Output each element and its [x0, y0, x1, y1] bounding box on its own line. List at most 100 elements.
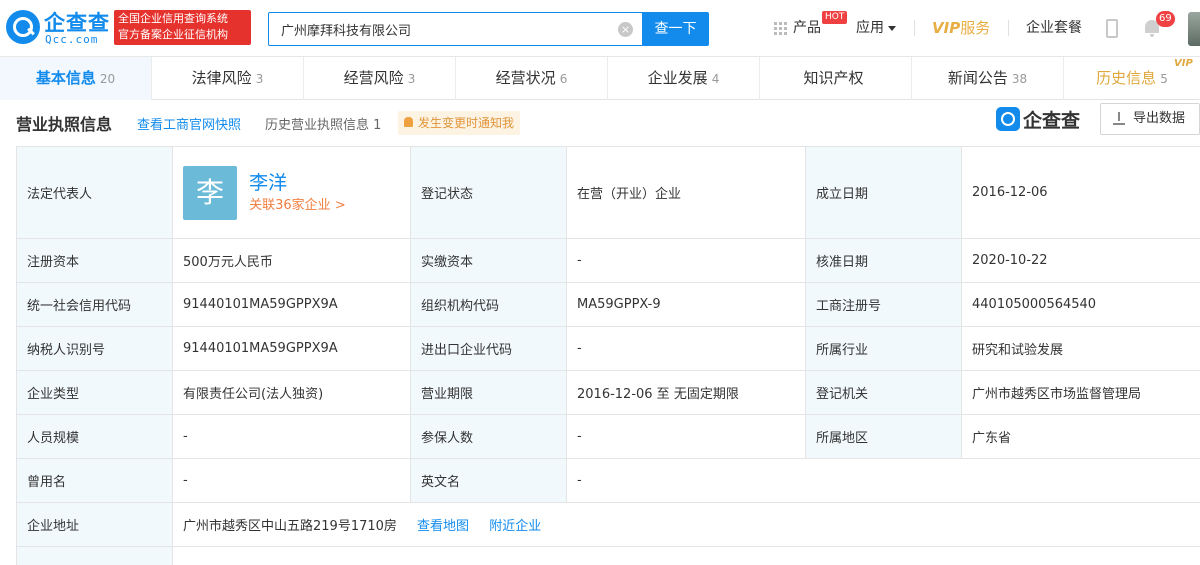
- field-value: 2020-10-22: [961, 238, 1200, 283]
- field-label: 注册资本: [16, 238, 173, 283]
- nearby-companies-link[interactable]: 附近企业: [489, 519, 541, 534]
- tab-count: 4: [711, 72, 720, 86]
- business-scope-cell: [172, 546, 1200, 565]
- field-value: -: [566, 326, 806, 371]
- tab-label: 历史信息: [1096, 69, 1157, 87]
- field-value: 广州市越秀区市场监督管理局: [961, 370, 1200, 415]
- notify-on-change-button[interactable]: 发生变更时通知我: [398, 111, 521, 135]
- vip-service-label: 服务: [960, 19, 991, 37]
- tab-count: 5: [1160, 72, 1168, 86]
- table-row: 统一社会信用代码 91440101MA59GPPX9A 组织机构代码 MA59G…: [16, 282, 1200, 327]
- field-value: MA59GPPX-9: [566, 282, 806, 327]
- nav-vip-service[interactable]: VIP服务: [932, 0, 990, 57]
- representative-name[interactable]: 李洋: [249, 170, 346, 196]
- tab-legal-risk[interactable]: 法律风险 3: [152, 57, 304, 100]
- field-value: 500万元人民币: [172, 238, 411, 283]
- field-label: 参保人数: [410, 414, 567, 459]
- search-box: ×: [268, 12, 642, 46]
- related-companies-link[interactable]: 关联36家企业 >: [249, 196, 346, 216]
- table-row: 曾用名 - 英文名 -: [16, 458, 1200, 503]
- mobile-phone-icon[interactable]: [1106, 19, 1118, 38]
- field-value: 2016-12-06 至 无固定期限: [566, 370, 806, 415]
- download-icon: [1113, 112, 1125, 126]
- table-row: 企业类型 有限责任公司(法人独资) 营业期限 2016-12-06 至 无固定期…: [16, 370, 1200, 415]
- tab-operational-risk[interactable]: 经营风险 3: [304, 57, 456, 100]
- tab-news[interactable]: 新闻公告 38: [912, 57, 1064, 100]
- tab-label: 经营状况: [495, 69, 556, 87]
- tab-count: 38: [1011, 72, 1028, 86]
- field-label: 登记机关: [805, 370, 962, 415]
- tab-count: 3: [407, 72, 416, 86]
- user-avatar[interactable]: [1188, 12, 1200, 46]
- tab-label: 知识产权: [803, 69, 864, 87]
- tab-count: 3: [255, 72, 264, 86]
- qcc-watermark-logo: 企查查: [996, 106, 1092, 134]
- divider: [914, 20, 915, 36]
- vip-label: VIP: [932, 19, 961, 37]
- chevron-down-icon: [888, 25, 896, 31]
- tab-business-status[interactable]: 经营状况 6: [456, 57, 608, 100]
- notify-label: 发生变更时通知我: [418, 116, 515, 130]
- table-row: 人员规模 - 参保人数 - 所属地区 广东省: [16, 414, 1200, 459]
- official-snapshot-link[interactable]: 查看工商官网快照: [137, 114, 241, 133]
- field-label: 营业期限: [410, 370, 567, 415]
- top-header: 企查查 Qcc.com 全国企业信用查询系统 官方备案企业征信机构 × 查一下 …: [0, 0, 1200, 57]
- clear-icon[interactable]: ×: [618, 22, 633, 37]
- field-label: 工商注册号: [805, 282, 962, 327]
- table-row: 企业地址 广州市越秀区中山五路219号1710房 查看地图 附近企业: [16, 502, 1200, 547]
- field-label: 所属行业: [805, 326, 962, 371]
- field-label: 曾用名: [16, 458, 173, 503]
- table-row: 法定代表人 李 李洋 关联36家企业 > 登记状态 在营（开业）企业 成立日期 …: [16, 146, 1200, 239]
- export-data-button[interactable]: 导出数据: [1100, 103, 1200, 135]
- field-label: 核准日期: [805, 238, 962, 283]
- qcc-logo[interactable]: 企查查 Qcc.com: [6, 8, 110, 48]
- field-value: 研究和试验发展: [961, 326, 1200, 371]
- legal-representative-cell: 李 李洋 关联36家企业 >: [172, 146, 411, 239]
- field-label: 进出口企业代码: [410, 326, 567, 371]
- nav-apps-label: 应用: [856, 20, 884, 36]
- notification-count-badge: 69: [1156, 11, 1175, 27]
- hot-badge: HOT: [822, 11, 848, 24]
- field-value: -: [566, 414, 806, 459]
- address-cell: 广州市越秀区中山五路219号1710房 查看地图 附近企业: [172, 502, 1200, 547]
- table-row: [16, 546, 1200, 565]
- tab-label: 新闻公告: [947, 69, 1008, 87]
- field-label: 英文名: [410, 458, 567, 503]
- field-label: 人员规模: [16, 414, 173, 459]
- field-value: -: [172, 414, 411, 459]
- representative-avatar[interactable]: 李: [183, 165, 237, 220]
- tab-count: 6: [559, 72, 568, 86]
- tab-intellectual-property[interactable]: 知识产权: [760, 57, 912, 100]
- nav-packages[interactable]: 企业套餐: [1026, 0, 1082, 57]
- nav-products[interactable]: 产品: [793, 0, 821, 57]
- field-value: 有限责任公司(法人独资): [172, 370, 411, 415]
- history-license-link[interactable]: 历史营业执照信息 1: [265, 114, 381, 133]
- field-value: 91440101MA59GPPX9A: [172, 282, 411, 327]
- grid-dots-icon: [774, 22, 788, 36]
- nav-apps[interactable]: 应用: [856, 0, 896, 57]
- gov-certification-badge: 全国企业信用查询系统 官方备案企业征信机构: [114, 10, 251, 45]
- address-value: 广州市越秀区中山五路219号1710房: [183, 519, 397, 534]
- field-label: 法定代表人: [16, 146, 173, 239]
- tab-label: 法律风险: [191, 69, 252, 87]
- field-label: 登记状态: [410, 146, 567, 239]
- view-map-link[interactable]: 查看地图: [417, 519, 469, 534]
- field-value: 440105000564540: [961, 282, 1200, 327]
- qcc-logo-text: 企查查: [1023, 110, 1081, 132]
- table-row: 注册资本 500万元人民币 实缴资本 - 核准日期 2020-10-22: [16, 238, 1200, 283]
- search-button[interactable]: 查一下: [642, 12, 709, 46]
- tab-basic-info[interactable]: 基本信息 20: [0, 57, 152, 100]
- field-value: 2016-12-06: [961, 146, 1200, 239]
- tab-development[interactable]: 企业发展 4: [608, 57, 760, 100]
- history-license-label: 历史营业执照信息: [265, 118, 370, 133]
- field-label: 企业类型: [16, 370, 173, 415]
- bell-icon: [404, 117, 413, 127]
- section-title: 营业执照信息: [16, 115, 113, 134]
- qcc-logo-icon: [996, 107, 1020, 131]
- field-label: [16, 546, 173, 565]
- search-input[interactable]: [269, 13, 599, 45]
- qcc-logo-icon: [6, 10, 40, 44]
- field-value: 91440101MA59GPPX9A: [172, 326, 411, 371]
- field-value: 广东省: [961, 414, 1200, 459]
- field-label: 成立日期: [805, 146, 962, 239]
